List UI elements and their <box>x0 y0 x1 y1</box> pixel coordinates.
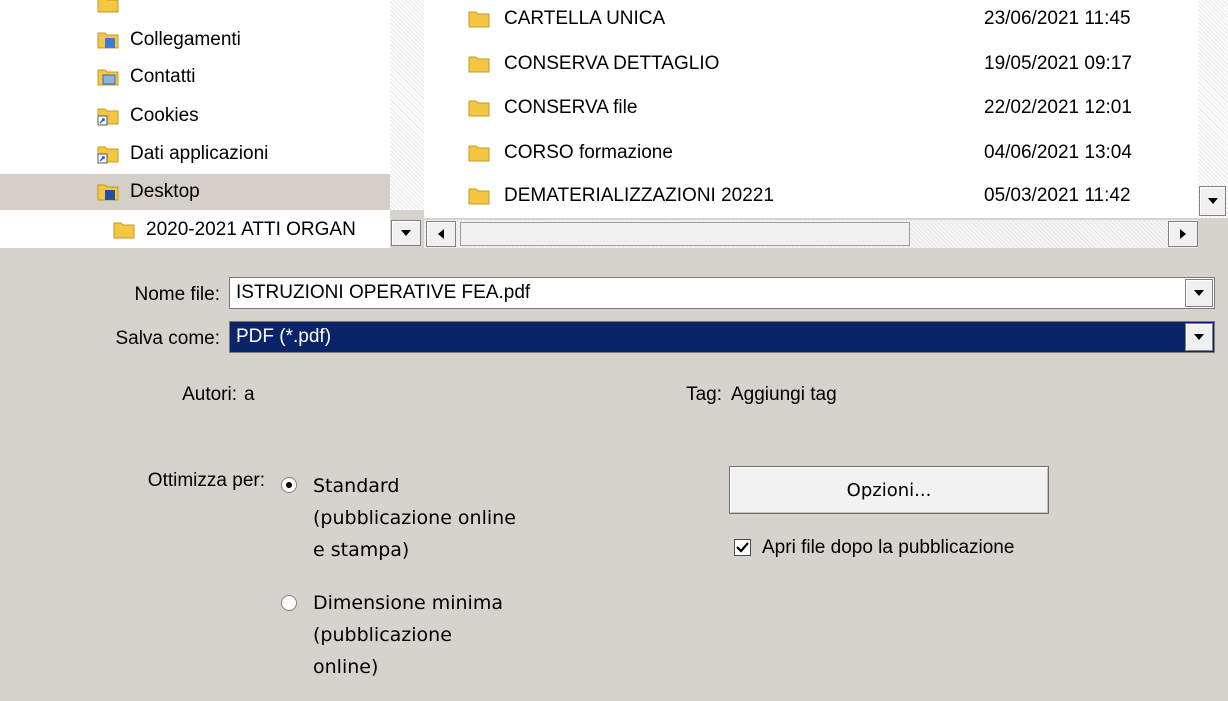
folder-icon <box>468 56 490 73</box>
folder-tree[interactable]: Collegamenti Contatti Cookies Dati appli… <box>0 0 390 248</box>
file-row[interactable]: CORSO formazione 04/06/2021 13:04 <box>424 134 1198 172</box>
list-scroll-down-button[interactable] <box>1199 186 1226 216</box>
authors-label: Autori: <box>182 384 237 405</box>
file-row[interactable]: DEMATERIALIZZAZIONI 20221 05/03/2021 11:… <box>424 177 1198 215</box>
file-name: CONSERVA file <box>504 97 638 118</box>
filename-label: Nome file: <box>134 284 220 305</box>
tree-vertical-scrollbar[interactable] <box>390 0 424 210</box>
tree-item-label: Collegamenti <box>130 29 241 50</box>
filename-dropdown-button[interactable] <box>1185 279 1213 307</box>
chevron-right-icon <box>1180 229 1186 239</box>
tree-item-2020-2021-atti[interactable]: 2020-2021 ATTI ORGAN <box>0 212 390 248</box>
saveas-value: PDF (*.pdf) <box>236 326 332 347</box>
chevron-down-icon <box>401 230 411 236</box>
blue-folder-icon <box>97 184 119 201</box>
option-line: Standard <box>313 475 400 497</box>
tree-item-label: Desktop <box>130 181 200 202</box>
folder-icon <box>468 188 490 205</box>
blue-folder-icon <box>97 32 119 49</box>
options-button[interactable]: Opzioni... <box>729 466 1049 514</box>
option-line: (pubblicazione <box>313 624 452 646</box>
tree-item-dati-applicazioni[interactable]: Dati applicazioni <box>0 136 390 172</box>
chevron-left-icon <box>438 229 444 239</box>
saveas-dropdown-button[interactable] <box>1185 323 1213 351</box>
optimize-minimum-radio[interactable] <box>281 595 297 611</box>
option-line: e stampa) <box>313 539 410 561</box>
checkmark-icon <box>736 542 749 553</box>
tree-item-cookies[interactable]: Cookies <box>0 98 390 134</box>
file-row[interactable]: CONSERVA DETTAGLIO 19/05/2021 09:17 <box>424 45 1198 83</box>
saveas-select[interactable]: PDF (*.pdf) <box>229 321 1215 353</box>
file-name: CARTELLA UNICA <box>504 8 666 29</box>
saveas-label: Salva come: <box>115 328 220 349</box>
file-name: DEMATERIALIZZAZIONI 20221 <box>504 185 774 206</box>
scroll-thumb[interactable] <box>460 222 910 246</box>
scroll-left-button[interactable] <box>426 221 456 247</box>
shortcut-folder-icon <box>97 146 119 164</box>
filename-input[interactable]: ISTRUZIONI OPERATIVE FEA.pdf <box>229 277 1215 309</box>
file-date: 19/05/2021 09:17 <box>984 53 1132 74</box>
scroll-right-button[interactable] <box>1168 221 1198 247</box>
open-after-publish-label[interactable]: Apri file dopo la pubblicazione <box>762 537 1014 559</box>
optimize-standard-label[interactable]: Standard (pubblicazione online e stampa) <box>313 470 516 566</box>
file-date: 05/03/2021 11:42 <box>984 185 1131 206</box>
chevron-down-icon <box>1194 290 1204 296</box>
file-name: CORSO formazione <box>504 142 673 163</box>
tree-item-desktop[interactable]: Desktop <box>0 174 390 210</box>
tree-item-label: Dati applicazioni <box>130 143 269 164</box>
tree-item-label: Contatti <box>130 66 196 87</box>
tree-item-label: 2020-2021 ATTI ORGAN <box>146 219 356 240</box>
tree-item-label: Cookies <box>130 105 199 126</box>
options-button-label: Opzioni... <box>846 479 932 501</box>
option-line: (pubblicazione online <box>313 507 516 529</box>
file-row[interactable]: CONSERVA file 22/02/2021 12:01 <box>424 89 1198 127</box>
option-line: online) <box>313 656 379 678</box>
file-date: 04/06/2021 13:04 <box>984 142 1132 163</box>
tree-scroll-down-button[interactable] <box>391 220 421 246</box>
shortcut-folder-icon <box>97 108 119 126</box>
folder-icon <box>468 100 490 117</box>
tag-label: Tag: <box>686 384 722 405</box>
contacts-folder-icon <box>97 69 119 86</box>
folder-icon <box>468 11 490 28</box>
chevron-down-icon <box>1194 334 1204 340</box>
optimize-label: Ottimizza per: <box>147 470 265 491</box>
tree-item-collegamenti[interactable]: Collegamenti <box>0 22 390 58</box>
file-date: 22/02/2021 12:01 <box>984 97 1132 118</box>
chevron-down-icon <box>1207 198 1218 204</box>
tree-item-partial[interactable] <box>0 0 390 22</box>
optimize-minimum-label[interactable]: Dimensione minima (pubblicazione online) <box>313 587 503 683</box>
folder-icon <box>113 222 135 239</box>
tag-value[interactable]: Aggiungi tag <box>731 384 837 406</box>
authors-value[interactable]: a <box>244 384 255 406</box>
open-after-publish-checkbox[interactable] <box>734 539 751 556</box>
folder-icon <box>468 145 490 162</box>
tree-item-contatti[interactable]: Contatti <box>0 59 390 95</box>
filename-value: ISTRUZIONI OPERATIVE FEA.pdf <box>236 282 531 303</box>
file-list[interactable]: CARTELLA UNICA 23/06/2021 11:45 CONSERVA… <box>424 0 1198 218</box>
folder-icon <box>97 0 119 13</box>
file-row[interactable]: CARTELLA UNICA 23/06/2021 11:45 <box>424 0 1198 38</box>
file-name: CONSERVA DETTAGLIO <box>504 53 720 74</box>
option-line: Dimensione minima <box>313 592 503 614</box>
optimize-standard-radio[interactable] <box>281 477 297 493</box>
file-date: 23/06/2021 11:45 <box>984 8 1131 29</box>
